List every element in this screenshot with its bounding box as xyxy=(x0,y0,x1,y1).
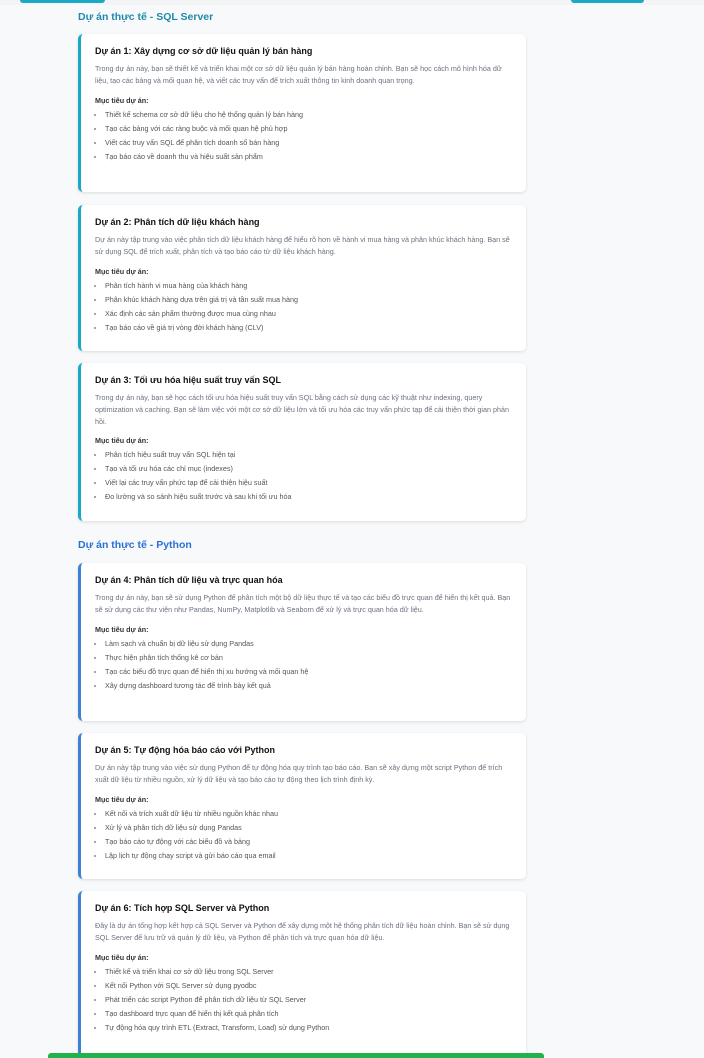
project-card-4: Dự án 4: Phân tích dữ liệu và trực quan … xyxy=(78,563,526,721)
goal-item: Phát triển các script Python để phân tíc… xyxy=(105,993,512,1007)
goal-item: Tạo và tối ưu hóa các chỉ mục (indexes) xyxy=(105,462,512,476)
goals-label: Mục tiêu dự án: xyxy=(95,952,149,962)
goals-label: Mục tiêu dự án: xyxy=(95,95,149,105)
goal-item: Phân khúc khách hàng dựa trên giá trị và… xyxy=(105,293,512,307)
goal-item: Kết nối và trích xuất dữ liệu từ nhiều n… xyxy=(105,807,512,821)
goal-item: Xử lý và phân tích dữ liệu sử dụng Panda… xyxy=(105,821,512,835)
project-title: Dự án 1: Xây dựng cơ sở dữ liệu quản lý … xyxy=(95,46,313,56)
goal-item: Thiết kế và triển khai cơ sở dữ liệu tro… xyxy=(105,965,512,979)
goals-label: Mục tiêu dự án: xyxy=(95,794,149,804)
goal-item: Kết nối Python với SQL Server sử dụng py… xyxy=(105,979,512,993)
project-title: Dự án 6: Tích hợp SQL Server và Python xyxy=(95,903,270,913)
project-description: Đây là dự án tổng hợp kết hợp cả SQL Ser… xyxy=(95,921,510,942)
bottom-accent-bar xyxy=(48,1053,544,1058)
goal-item: Phân tích hành vi mua hàng của khách hàn… xyxy=(105,279,512,293)
project-card-6: Dự án 6: Tích hợp SQL Server và Python Đ… xyxy=(78,891,526,1057)
project-title: Dự án 2: Phân tích dữ liệu khách hàng xyxy=(95,217,260,227)
project-description: Trong dự án này, bạn sẽ sử dụng Python đ… xyxy=(95,593,511,614)
goal-item: Tạo dashboard trực quan để hiển thị kết … xyxy=(105,1007,512,1021)
goal-item: Phân tích hiệu suất truy vấn SQL hiện tạ… xyxy=(105,448,512,462)
goal-item: Xác định các sản phẩm thường được mua cù… xyxy=(105,307,512,321)
project-title: Dự án 4: Phân tích dữ liệu và trực quan … xyxy=(95,575,283,585)
project-description: Dự án này tập trung vào việc sử dụng Pyt… xyxy=(95,763,503,784)
goals-label: Mục tiêu dự án: xyxy=(95,624,149,634)
project-description: Dự án này tập trung vào việc phân tích d… xyxy=(95,235,510,256)
goal-item: Tạo các biểu đồ trực quan để hiển thị xu… xyxy=(105,665,512,679)
project-card-1: Dự án 1: Xây dựng cơ sở dữ liệu quản lý … xyxy=(78,34,526,192)
project-description: Trong dự án này, bạn sẽ học cách tối ưu … xyxy=(95,393,509,426)
goal-item: Xây dựng dashboard tương tác để trình bà… xyxy=(105,679,512,693)
goal-item: Thực hiện phân tích thống kê cơ bản xyxy=(105,651,512,665)
goal-item: Tạo báo cáo về doanh thu và hiệu suất sả… xyxy=(105,150,512,164)
goal-item: Viết lại các truy vấn phức tạp để cải th… xyxy=(105,476,512,490)
goals-list: Phân tích hành vi mua hàng của khách hàn… xyxy=(95,279,512,335)
section-title-python: Dự án thực tế - Python xyxy=(78,539,192,551)
project-title: Dự án 3: Tối ưu hóa hiệu suất truy vấn S… xyxy=(95,375,282,385)
goals-list: Thiết kế và triển khai cơ sở dữ liệu tro… xyxy=(95,965,512,1035)
project-card-2: Dự án 2: Phân tích dữ liệu khách hàng Dự… xyxy=(78,205,526,351)
goal-item: Tạo các bảng với các ràng buộc và mối qu… xyxy=(105,122,512,136)
project-card-3: Dự án 3: Tối ưu hóa hiệu suất truy vấn S… xyxy=(78,363,526,521)
project-card-5: Dự án 5: Tự động hóa báo cáo với Python … xyxy=(78,733,526,879)
goals-list: Làm sạch và chuẩn bị dữ liệu sử dụng Pan… xyxy=(95,637,512,693)
goals-list: Kết nối và trích xuất dữ liệu từ nhiều n… xyxy=(95,807,512,863)
goal-item: Tạo báo cáo tự động với các biểu đồ và b… xyxy=(105,835,512,849)
goal-item: Làm sạch và chuẩn bị dữ liệu sử dụng Pan… xyxy=(105,637,512,651)
goal-item: Tạo báo cáo về giá trị vòng đời khách hà… xyxy=(105,321,512,335)
goal-item: Tự động hóa quy trình ETL (Extract, Tran… xyxy=(105,1021,512,1035)
goals-label: Mục tiêu dự án: xyxy=(95,436,149,446)
goal-item: Thiết kế schema cơ sở dữ liệu cho hệ thố… xyxy=(105,108,512,122)
goal-item: Đo lường và so sánh hiệu suất trước và s… xyxy=(105,490,512,504)
goal-item: Lập lịch tự động chạy script và gửi báo … xyxy=(105,849,512,863)
goals-list: Thiết kế schema cơ sở dữ liệu cho hệ thố… xyxy=(95,108,512,164)
project-title: Dự án 5: Tự động hóa báo cáo với Python xyxy=(95,745,275,755)
top-accent-bar-right xyxy=(571,0,644,3)
goals-list: Phân tích hiệu suất truy vấn SQL hiện tạ… xyxy=(95,448,512,504)
top-accent-bar-left xyxy=(20,0,105,3)
project-description: Trong dự án này, bạn sẽ thiết kế và triể… xyxy=(95,64,502,85)
section-title-sql-server: Dự án thực tế - SQL Server xyxy=(78,11,214,23)
goals-label: Mục tiêu dự án: xyxy=(95,266,149,276)
goal-item: Viết các truy vấn SQL để phân tích doanh… xyxy=(105,136,512,150)
